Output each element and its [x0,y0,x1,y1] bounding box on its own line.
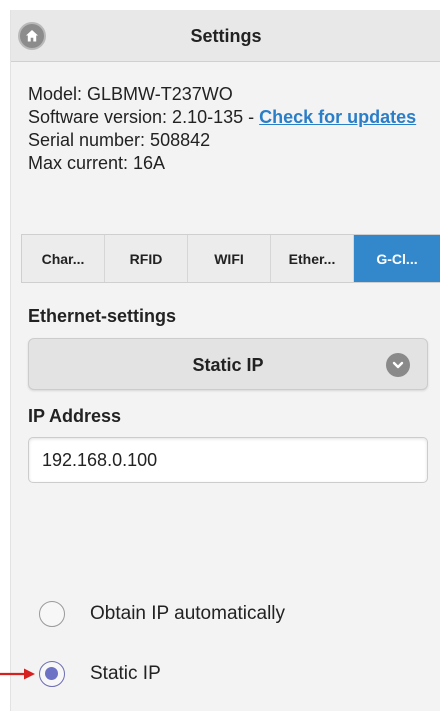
radio-obtain-ip-automatically[interactable]: Obtain IP automatically [39,599,285,629]
tab-g-cloud[interactable]: G-Cl... [354,235,440,282]
tab-rfid[interactable]: RFID [105,235,188,282]
radio-label: Static IP [90,663,161,684]
radio-button-unchecked[interactable] [39,601,65,627]
radio-label: Obtain IP automatically [90,603,286,624]
software-version-line: Software version: 2.10-135 - Check for u… [28,106,416,129]
tab-charger[interactable]: Char... [22,235,105,282]
model-text: Model: GLBMW-T237WO [28,84,233,104]
annotation-arrow-icon [0,668,35,680]
serial-number-text: Serial number: 508842 [28,130,211,150]
software-version-text: Software version: 2.10-135 - [28,107,260,127]
device-info: Model: GLBMW-T237WO Software version: 2.… [28,83,416,175]
chevron-down-icon [386,353,410,377]
header-bar: Settings [11,10,440,62]
max-current-text: Max current: 16A [28,153,166,173]
ethernet-settings-title: Ethernet-settings [28,306,177,326]
tab-wifi[interactable]: WIFI [188,235,271,282]
ip-address-input[interactable] [28,437,428,483]
ip-mode-selected-value: Static IP [192,355,264,375]
settings-tabs: Char... RFID WIFI Ether... G-Cl... [21,234,440,283]
radio-static-ip[interactable]: Static IP [39,659,161,689]
ip-address-label: IP Address [28,406,122,426]
radio-button-checked[interactable] [39,661,65,687]
settings-screen: Settings Model: GLBMW-T237WO Software ve… [10,10,440,711]
check-updates-link[interactable]: Check for updates [259,107,416,127]
ip-mode-select[interactable]: Static IP [28,338,428,390]
page-title: Settings [190,26,262,46]
tab-ethernet[interactable]: Ether... [271,235,354,282]
